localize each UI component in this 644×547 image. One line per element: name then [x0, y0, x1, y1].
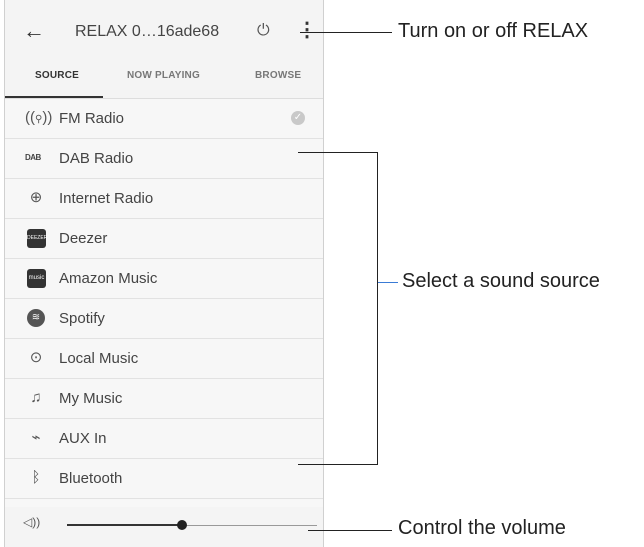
- volume-slider[interactable]: [67, 520, 317, 530]
- source-bracket-top: [298, 152, 378, 153]
- tab-browse[interactable]: BROWSE: [255, 70, 301, 81]
- source-label: Internet Radio: [59, 190, 154, 207]
- source-bracket-bottom: [298, 464, 378, 465]
- internet-radio-icon: ⊕: [29, 189, 43, 206]
- source-label: Local Music: [59, 350, 139, 367]
- power-icon[interactable]: ⏻: [257, 22, 270, 40]
- source-item-bluetooth[interactable]: ᛒ Bluetooth: [5, 459, 323, 499]
- selected-check-icon: ✓: [291, 111, 305, 125]
- amazon-music-icon: music: [27, 269, 46, 288]
- dab-icon: DAB: [25, 153, 41, 162]
- more-vert-icon[interactable]: ⋮: [297, 20, 317, 40]
- device-title: RELAX 0…16ade68: [75, 23, 220, 40]
- back-arrow-icon[interactable]: ←: [23, 18, 45, 44]
- source-item-spotify[interactable]: ≋ Spotify: [5, 299, 323, 339]
- source-label: Bluetooth: [59, 470, 123, 487]
- source-label: My Music: [59, 390, 123, 407]
- power-callout-line: [300, 32, 392, 33]
- volume-callout-line: [308, 530, 392, 531]
- source-item-deezer[interactable]: DEEZER Deezer: [5, 219, 323, 259]
- active-tab-indicator: [5, 96, 103, 98]
- tab-now-playing[interactable]: NOW PLAYING: [127, 70, 200, 81]
- bluetooth-icon: ᛒ: [31, 469, 41, 486]
- fm-radio-icon: ((⚲)): [25, 109, 53, 126]
- spotify-icon: ≋: [27, 309, 45, 327]
- source-list: ((⚲)) FM Radio ✓ DAB DAB Radio ⊕ Interne…: [5, 99, 323, 499]
- power-annotation: Turn on or off RELAX: [398, 20, 589, 42]
- source-item-internet-radio[interactable]: ⊕ Internet Radio: [5, 179, 323, 219]
- volume-annotation: Control the volume: [398, 517, 566, 539]
- source-label: Amazon Music: [59, 270, 158, 287]
- source-label: Deezer: [59, 230, 108, 247]
- source-item-my-music[interactable]: ♫ My Music: [5, 379, 323, 419]
- app-bar: ← RELAX 0…16ade68 ⏻ ⋮: [5, 0, 323, 64]
- tab-source[interactable]: SOURCE: [35, 70, 79, 81]
- volume-fill: [67, 524, 182, 526]
- source-label: AUX In: [59, 430, 107, 447]
- music-note-icon: ♫: [30, 389, 42, 406]
- source-annotation: Select a sound source: [402, 270, 600, 292]
- source-label: FM Radio: [59, 110, 125, 127]
- tab-bar: SOURCE NOW PLAYING BROWSE: [5, 64, 323, 99]
- source-item-amazon-music[interactable]: music Amazon Music: [5, 259, 323, 299]
- deezer-icon: DEEZER: [27, 229, 47, 248]
- source-item-dab-radio[interactable]: DAB DAB Radio: [5, 139, 323, 179]
- volume-knob[interactable]: [177, 520, 187, 530]
- source-bracket-vertical: [377, 152, 378, 465]
- aux-icon: ⌁: [31, 429, 41, 446]
- source-label: Spotify: [59, 310, 105, 327]
- speaker-icon: ◁)): [23, 515, 41, 529]
- source-item-aux-in[interactable]: ⌁ AUX In: [5, 419, 323, 459]
- volume-bar: ◁)): [5, 507, 323, 547]
- source-label: DAB Radio: [59, 150, 134, 167]
- source-item-fm-radio[interactable]: ((⚲)) FM Radio ✓: [5, 99, 323, 139]
- local-music-icon: ⊙: [29, 349, 43, 366]
- app-screen: ← RELAX 0…16ade68 ⏻ ⋮ SOURCE NOW PLAYING…: [4, 0, 324, 547]
- source-callout-line: [378, 282, 398, 283]
- source-item-local-music[interactable]: ⊙ Local Music: [5, 339, 323, 379]
